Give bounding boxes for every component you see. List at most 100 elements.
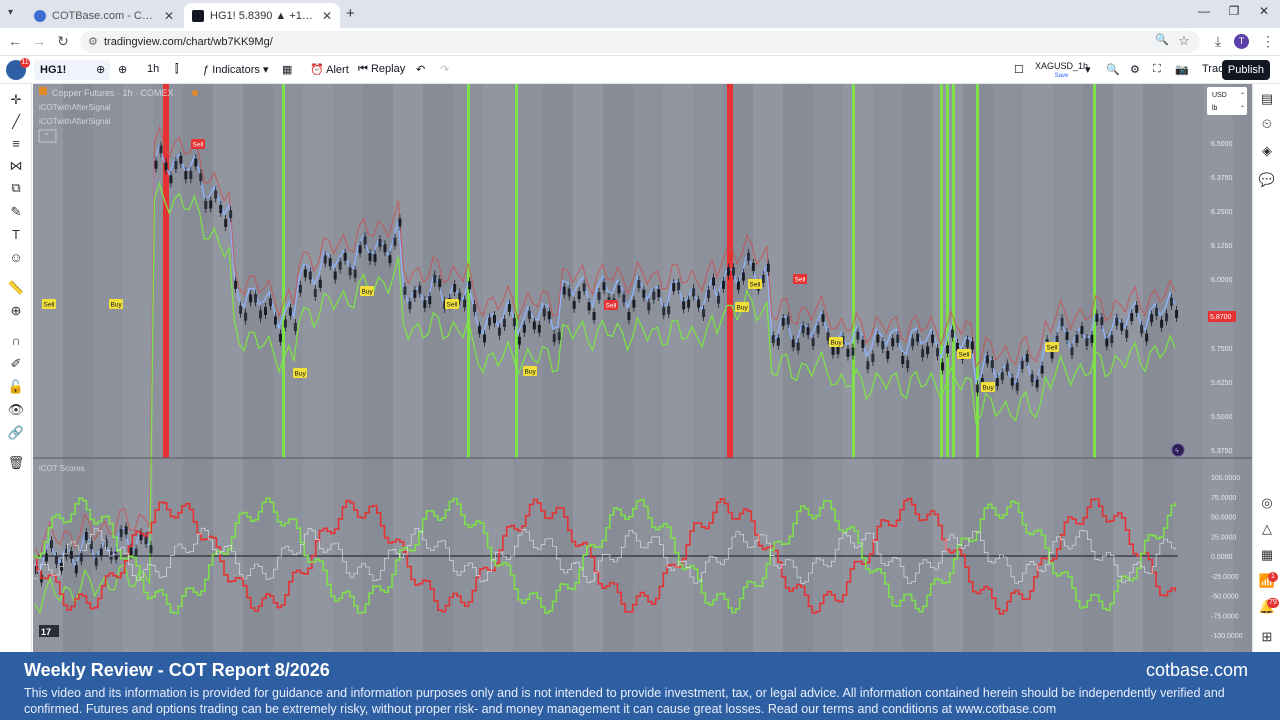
candle-body	[313, 288, 317, 297]
candle-body	[393, 237, 397, 246]
profile-avatar[interactable]: T	[1234, 34, 1249, 49]
candle-type-icon[interactable]: ⫿	[175, 63, 179, 76]
magnet-icon[interactable]: ∩	[6, 331, 26, 351]
restore-button[interactable]: ❐	[1218, 4, 1250, 18]
candle-body	[537, 324, 541, 333]
fib-icon[interactable]: ≡	[6, 134, 26, 154]
fullscreen-icon[interactable]: ⛶	[1153, 63, 1161, 76]
zoom-in-icon[interactable]: ⊕	[6, 301, 26, 321]
candle-body	[174, 160, 178, 169]
site-info-icon[interactable]: ⚙	[88, 31, 98, 53]
emoji-icon[interactable]: ☺	[6, 248, 26, 268]
tab-tradingview[interactable]: HG1! 5.8390 ▲ +1.75% XAGUS ✕	[184, 3, 340, 28]
candle-body	[44, 553, 48, 562]
text-tool-icon[interactable]: T	[6, 225, 26, 245]
reload-icon[interactable]: ↻	[53, 33, 73, 50]
templates-icon[interactable]: ▦	[282, 63, 292, 76]
layers-icon[interactable]: ◈	[1258, 142, 1276, 160]
candle-body	[517, 336, 521, 345]
price-tick-label: 6.5000	[1211, 141, 1233, 148]
buy-signal-line	[515, 84, 518, 458]
back-icon[interactable]: ←	[5, 33, 25, 49]
currency-selector[interactable]: USD lb ⌃ ⌃	[1207, 87, 1247, 115]
candle-body	[129, 547, 133, 556]
trendline-icon[interactable]: ╱	[6, 112, 26, 132]
ruler-icon[interactable]: 📏	[6, 278, 26, 298]
target-icon[interactable]: ◎	[1258, 494, 1276, 512]
candle-body	[507, 303, 511, 312]
forward-icon[interactable]: →	[29, 33, 49, 49]
settings-gear-icon[interactable]: ⚙	[1130, 63, 1140, 76]
tab-cotbase[interactable]: COTBase.com - Commitments ✕	[26, 3, 182, 28]
alerts-clock-icon[interactable]: ⏲	[1258, 115, 1276, 133]
download-icon[interactable]: ⤓	[1208, 33, 1228, 50]
pattern-icon[interactable]: ⋈	[6, 156, 26, 176]
bookmark-star-icon[interactable]: ☆	[1174, 33, 1194, 49]
alert-button[interactable]: ⏰ Alert	[310, 63, 349, 76]
tab-list-icon[interactable]: ▾	[8, 7, 13, 18]
more-menu-icon[interactable]: ⋮	[1258, 33, 1278, 50]
indicators-button[interactable]: ƒ Indicators ▾	[203, 63, 268, 76]
candle-body	[602, 282, 606, 291]
brush-icon[interactable]: ✎	[6, 202, 26, 222]
close-tab-icon[interactable]: ✕	[164, 9, 174, 23]
link-icon[interactable]: 🔗	[6, 423, 26, 443]
replay-icon: ⏮	[358, 63, 368, 75]
new-tab-icon[interactable]: +	[346, 5, 355, 22]
add-symbol-icon[interactable]: ⊕	[96, 63, 105, 76]
compare-icon[interactable]: ⊕	[118, 63, 127, 76]
candle-body	[1010, 377, 1014, 386]
candle-body	[502, 319, 506, 328]
snapshot-camera-icon[interactable]: 📷	[1175, 63, 1189, 76]
zoom-icon[interactable]: 🔍	[1152, 33, 1172, 46]
quick-search-icon[interactable]: 🔍	[1106, 63, 1120, 76]
candle-body	[244, 312, 248, 321]
signal-badge-label: Buy	[295, 371, 307, 378]
tradingview-icon	[192, 9, 204, 22]
visibility-eye-icon[interactable]: 👁	[6, 400, 26, 420]
price-chart-svg[interactable]: Sell Sell Buy Buy Sell Sell Buy Sell Sell Buy Sell…	[33, 84, 1252, 652]
crosshair-icon[interactable]: ✛	[6, 90, 26, 110]
score-tick-label: -25.0000	[1211, 574, 1239, 581]
candle-body	[99, 548, 103, 557]
buy-signal-line	[952, 84, 955, 458]
candle-body	[637, 280, 641, 289]
candle-body	[453, 283, 457, 292]
interval-button[interactable]: 1h	[147, 63, 159, 75]
redo-icon[interactable]: ↷	[440, 63, 449, 76]
currency-chevron-icon: ⌃	[1240, 92, 1245, 99]
candle-body	[69, 550, 73, 559]
candle-body	[229, 210, 233, 219]
layout-checkbox-icon[interactable]: ☐	[1014, 63, 1024, 76]
undo-icon[interactable]: ↶	[416, 63, 425, 76]
candle-body	[1140, 325, 1144, 334]
layout-chevron-icon[interactable]: ▾	[1085, 63, 1091, 76]
candle-body	[119, 528, 123, 537]
forecast-icon[interactable]: ⧉	[6, 178, 26, 198]
candle-body	[144, 536, 148, 545]
candle-body	[423, 300, 427, 309]
replay-button[interactable]: ⏮ Replay	[358, 63, 405, 76]
candle-body	[970, 341, 974, 350]
calendar-icon[interactable]: ▦	[1258, 546, 1276, 564]
candle-body	[239, 305, 243, 314]
close-tab-icon[interactable]: ✕	[322, 9, 332, 23]
minimize-button[interactable]: —	[1188, 4, 1220, 18]
close-window-button[interactable]: ✕	[1248, 4, 1280, 18]
apps-grid-icon[interactable]: ⊞	[1258, 628, 1276, 646]
candle-body	[1110, 335, 1114, 344]
publish-button[interactable]: Publish	[1221, 60, 1270, 80]
candle-body	[597, 291, 601, 300]
layout-name[interactable]: XAGUSD_1h Save	[1035, 61, 1088, 81]
candle-body	[801, 325, 805, 334]
url-field[interactable]: ⚙ tradingview.com/chart/wb7KK9Mg/	[80, 31, 1200, 53]
chat-icon[interactable]: 💬	[1258, 171, 1276, 189]
candle-body	[672, 283, 676, 292]
trash-icon[interactable]: 🗑	[6, 453, 26, 473]
watchlist-icon[interactable]: ▤	[1258, 90, 1276, 108]
lock-icon[interactable]: 🔓	[6, 377, 26, 397]
ideas-icon[interactable]: △	[1258, 520, 1276, 538]
lock-drawing-icon[interactable]: ✐	[6, 354, 26, 374]
candle-body	[657, 289, 661, 298]
chart-area[interactable]: Sell Sell Buy Buy Sell Sell Buy Sell Sell Buy Sell…	[33, 84, 1252, 652]
